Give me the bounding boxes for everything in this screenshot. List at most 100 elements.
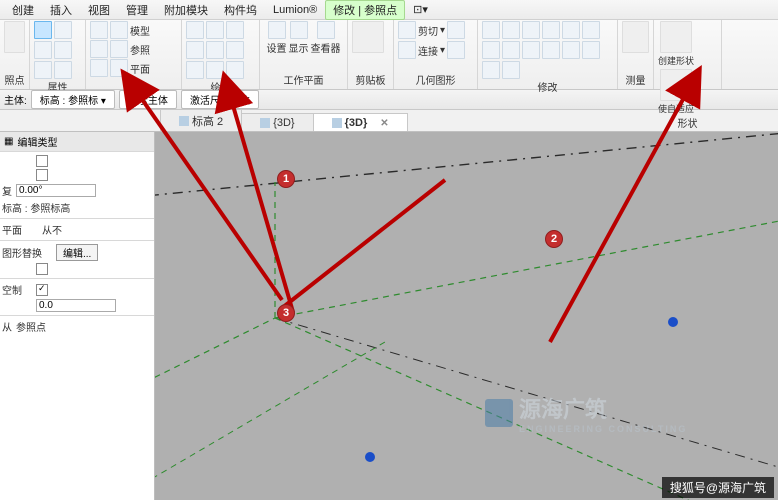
draw-icon[interactable]	[206, 21, 224, 39]
properties-panel: ▦编辑类型 复 标高 : 参照标高 平面从不 图形替换编辑... 空制 从参照点	[0, 132, 155, 500]
draw-icon[interactable]	[186, 41, 204, 59]
modify-icon[interactable]	[562, 21, 580, 39]
draw-icon[interactable]	[226, 21, 244, 39]
arc-icon[interactable]	[110, 40, 128, 58]
paste-icon[interactable]	[352, 21, 384, 53]
draw-icon[interactable]	[206, 61, 224, 79]
create-shape-icon[interactable]	[660, 21, 692, 53]
annotation-badge-3: 3	[277, 304, 295, 322]
angle-field[interactable]	[16, 184, 96, 197]
modify-icon[interactable]	[502, 61, 520, 79]
checkbox[interactable]	[36, 155, 48, 167]
ribbon-sublabel: 平面	[130, 61, 150, 76]
ribbon-group-draw: 模型 参照 平面	[86, 20, 182, 89]
modify-icon[interactable]	[542, 21, 560, 39]
modify-icon[interactable]	[502, 41, 520, 59]
close-icon[interactable]: ✕	[370, 118, 388, 129]
draw-icon[interactable]	[186, 61, 204, 79]
modify-icon[interactable]	[582, 21, 600, 39]
modify-icon[interactable]	[542, 41, 560, 59]
ribbon-group-workplane: 设置 显示 查看器 工作平面	[260, 20, 348, 89]
modify-icon[interactable]	[522, 21, 540, 39]
cut-icon[interactable]	[398, 21, 416, 39]
modify-icon[interactable]	[482, 61, 500, 79]
modify-icon[interactable]	[582, 41, 600, 59]
ribbon-group-measure: 测量	[618, 20, 654, 89]
draw-icon[interactable]	[206, 41, 224, 59]
ribbon-sublabel: 创建形状	[658, 54, 694, 67]
ribbon-sublabel: 查看器	[311, 40, 341, 55]
table-icon: ▦	[4, 136, 13, 147]
menu-item[interactable]: 管理	[118, 0, 156, 20]
activate-dim-button[interactable]: 激活尺寸标注	[181, 90, 259, 109]
ribbon-sublabel: 设置	[267, 40, 287, 55]
ribbon-label: 修改	[482, 79, 613, 95]
ribbon-icon[interactable]	[54, 21, 72, 39]
draw-icon[interactable]	[226, 41, 244, 59]
line-icon[interactable]	[90, 21, 108, 39]
modify-icon[interactable]	[522, 41, 540, 59]
ribbon-group: 照点	[0, 20, 30, 89]
menu-item[interactable]: Lumion®	[265, 2, 325, 18]
ribbon-group-sketch: 绘制	[182, 20, 260, 89]
view-icon	[260, 118, 270, 128]
ribbon-icon[interactable]	[447, 21, 465, 39]
menu-item-modify[interactable]: 修改 | 参照点	[325, 0, 405, 20]
point-icon[interactable]	[226, 61, 244, 79]
checkbox-checked[interactable]	[36, 284, 48, 296]
edit-button[interactable]: 编辑...	[56, 244, 98, 261]
menu-item[interactable]: 插入	[42, 0, 80, 20]
ribbon-icon[interactable]	[54, 61, 72, 79]
modify-icon[interactable]	[562, 41, 580, 59]
show-host-button[interactable]: 显示主体	[119, 90, 177, 109]
ribbon-sublabel: 连接	[418, 43, 438, 58]
ribbon-icon[interactable]	[447, 41, 465, 59]
number-field[interactable]	[36, 299, 116, 312]
view-tab-active[interactable]: {3D}✕	[313, 113, 408, 131]
ribbon-label: 剪贴板	[352, 72, 389, 88]
checkbox[interactable]	[36, 263, 48, 275]
host-label: 主体:	[4, 92, 27, 107]
prop-value: 参照点	[16, 319, 46, 334]
menu-item-more[interactable]: ⊡▾	[405, 1, 436, 18]
menu-item[interactable]: 视图	[80, 0, 118, 20]
view-tab[interactable]: {3D}	[241, 113, 313, 131]
show-icon[interactable]	[290, 21, 308, 39]
set-icon[interactable]	[268, 21, 286, 39]
line-icon[interactable]	[90, 59, 108, 77]
menu-item[interactable]: 附加模块	[156, 0, 216, 20]
adaptive-icon[interactable]	[660, 69, 692, 101]
arc-icon[interactable]	[110, 21, 128, 39]
modify-icon[interactable]	[482, 21, 500, 39]
modify-icon[interactable]	[502, 21, 520, 39]
prop-value: 从不	[42, 222, 62, 237]
view-icon	[332, 118, 342, 128]
modify-icon[interactable]	[4, 21, 25, 53]
ribbon-group-shape: 创建形状 使自适应 形状	[654, 20, 722, 89]
ribbon-group-clipboard: 剪贴板	[348, 20, 394, 89]
prop-label: 平面	[2, 222, 42, 237]
host-dropdown[interactable]: 标高 : 参照标 ▾	[31, 90, 115, 109]
menu-item[interactable]: 创建	[4, 0, 42, 20]
properties-icon[interactable]	[34, 21, 52, 39]
view-tab[interactable]: 标高 2	[160, 109, 242, 131]
edit-type-button[interactable]: 编辑类型	[17, 134, 57, 149]
ribbon-group-modify: 修改	[478, 20, 618, 89]
ribbon-icon[interactable]	[54, 41, 72, 59]
source-attribution: 搜狐号@源海广筑	[662, 477, 774, 498]
menu-item[interactable]: 构件坞	[216, 0, 265, 20]
measure-icon[interactable]	[622, 21, 649, 53]
ribbon-icon[interactable]	[34, 61, 52, 79]
spline-icon[interactable]	[186, 21, 204, 39]
watermark-icon	[485, 399, 513, 427]
modify-icon[interactable]	[482, 41, 500, 59]
viewer-icon[interactable]	[317, 21, 335, 39]
checkbox[interactable]	[36, 169, 48, 181]
ribbon-group-properties: 属性	[30, 20, 86, 89]
3d-viewport[interactable]: 源海广筑 ENGINEERING CONSULTING	[155, 132, 778, 500]
line-icon[interactable]	[90, 40, 108, 58]
ribbon: 照点 属性 模型 参照 平面 绘制 设置 显示 查看器 工作平面	[0, 20, 778, 90]
ribbon-icon[interactable]	[34, 41, 52, 59]
arc-icon[interactable]	[110, 59, 128, 77]
join-icon[interactable]	[398, 41, 416, 59]
